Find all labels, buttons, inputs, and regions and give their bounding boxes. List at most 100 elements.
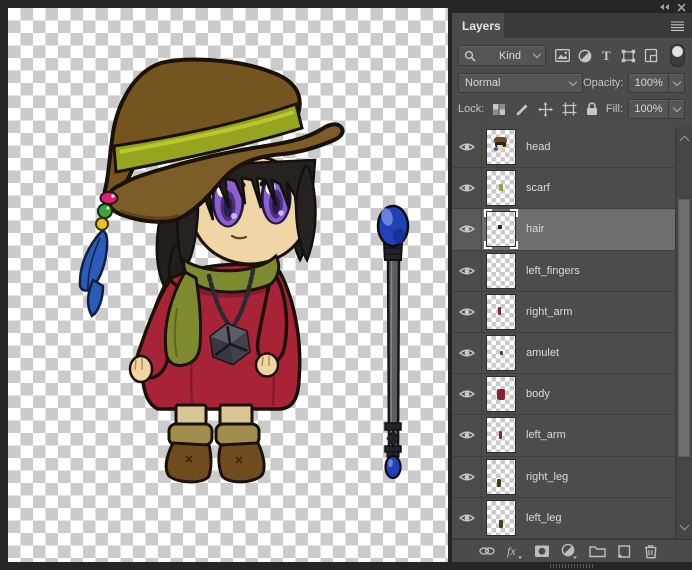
layer-name: left_fingers [526,264,580,277]
filter-adjustment-layers-icon[interactable] [578,49,592,63]
layer-row[interactable]: head [452,127,675,169]
chevron-down-icon [568,77,578,86]
layer-filter-toggle[interactable] [670,44,685,67]
panel-controls: Kind T Normal Opacity: 100% Lock: Fill: … [452,38,692,121]
tab-layers-label: Layers [462,18,501,33]
chevron-down-icon [672,77,681,86]
fill-input[interactable]: 100% [628,99,685,119]
layer-thumbnail[interactable] [486,293,516,330]
kind-filter-label: Kind [499,49,522,62]
document-canvas[interactable] [8,8,448,562]
eye-icon [458,514,475,522]
layer-row[interactable]: hair [452,209,675,251]
layers-footer-toolbar: fx [452,539,692,562]
layer-thumbnail[interactable] [486,129,516,166]
layer-row[interactable]: body [452,374,675,416]
panel-bottom-strip [452,562,692,570]
svg-text:fx: fx [507,544,516,558]
layer-thumbnail[interactable] [486,458,516,495]
layer-name: right_arm [526,305,573,318]
link-layers-icon[interactable] [479,544,495,558]
layer-style-fx-icon[interactable]: fx [506,543,523,559]
layer-row[interactable]: right_arm [452,291,675,333]
scroll-up-icon[interactable] [679,135,690,146]
eye-icon [458,226,475,233]
panel-menu-icon[interactable] [671,21,684,31]
layer-thumbnail[interactable] [486,335,516,372]
svg-text:T: T [602,49,611,62]
layer-thumbnail[interactable] [486,499,516,536]
layer-thumbnail[interactable] [486,376,516,413]
panel-tab-bar: Layers [452,13,692,38]
tab-layers[interactable]: Layers [452,13,504,38]
eye-icon [458,431,475,439]
new-layer-icon[interactable] [617,544,632,559]
lock-image-pixels-icon[interactable] [515,103,529,116]
visibility-toggle[interactable] [452,415,482,456]
visibility-toggle[interactable] [452,209,482,250]
filter-shape-layers-icon[interactable] [621,49,636,63]
layer-row[interactable]: scarf [452,168,675,210]
layer-name: amulet [526,347,560,360]
layer-row[interactable]: right_leg [452,456,675,498]
scrollbar-thumb[interactable] [678,199,690,457]
visibility-toggle[interactable] [452,497,482,538]
layer-thumbnail[interactable] [486,252,516,289]
panel-resize-grip[interactable] [550,564,594,568]
kind-filter-dropdown[interactable]: Kind [458,45,546,66]
lock-transparent-pixels-icon[interactable] [492,103,506,116]
layer-thumbnail[interactable] [486,170,516,207]
lock-all-icon[interactable] [586,102,598,116]
layer-name: hair [526,223,545,236]
eye-icon [458,473,475,481]
layer-row[interactable]: amulet [452,332,675,375]
layer-row[interactable]: left_arm [452,415,675,457]
chevron-down-icon [672,103,681,112]
opacity-label: Opacity: [583,77,624,89]
opacity-input[interactable]: 100% [628,73,685,93]
scroll-down-icon[interactable] [679,520,690,531]
layer-name: body [526,388,550,401]
blend-mode-dropdown[interactable]: Normal [458,73,584,93]
photoshop-window: Layers Kind T Normal Opacity: 100% Lock:… [0,0,692,570]
collapse-panels-icon[interactable] [658,3,670,11]
layer-thumbnail[interactable] [484,209,518,250]
filter-smart-objects-icon[interactable] [644,48,658,63]
chevron-down-icon [532,49,542,59]
visibility-toggle[interactable] [452,374,482,415]
layer-thumbnail[interactable] [486,417,516,454]
visibility-toggle[interactable] [452,127,482,168]
delete-layer-icon[interactable] [643,544,658,559]
visibility-toggle[interactable] [452,250,482,291]
new-group-icon[interactable] [589,544,606,558]
layer-row[interactable]: left_fingers [452,250,675,292]
lock-label: Lock: [458,103,485,115]
layer-list: head scarf hair left_fingers right_arm a… [452,127,692,539]
layer-name: left_leg [526,511,562,524]
layer-row[interactable]: left_leg [452,497,675,539]
lock-artboard-icon[interactable] [562,102,577,116]
blend-mode-value: Normal [465,77,501,89]
close-icon[interactable] [677,3,686,12]
new-adjustment-layer-icon[interactable] [561,543,578,559]
character [78,57,345,484]
lock-position-icon[interactable] [538,101,554,117]
visibility-toggle[interactable] [452,456,482,497]
staff-sprite [376,204,410,480]
layer-list-scrollbar[interactable] [675,127,692,539]
eye-icon [458,349,475,357]
layers-panel: Layers Kind T Normal Opacity: 100% Lock:… [452,0,692,570]
eye-icon [458,184,475,192]
eye-icon [458,308,475,316]
eye-icon [458,267,475,275]
visibility-toggle[interactable] [452,291,482,332]
eye-icon [458,143,475,151]
add-layer-mask-icon[interactable] [534,544,550,558]
visibility-toggle[interactable] [452,168,482,209]
filter-type-layers-icon[interactable]: T [600,48,613,63]
visibility-toggle[interactable] [452,332,482,374]
filter-pixel-layers-icon[interactable] [555,49,570,62]
search-icon [464,50,495,62]
opacity-value: 100% [634,77,663,89]
layer-name: scarf [526,182,550,195]
